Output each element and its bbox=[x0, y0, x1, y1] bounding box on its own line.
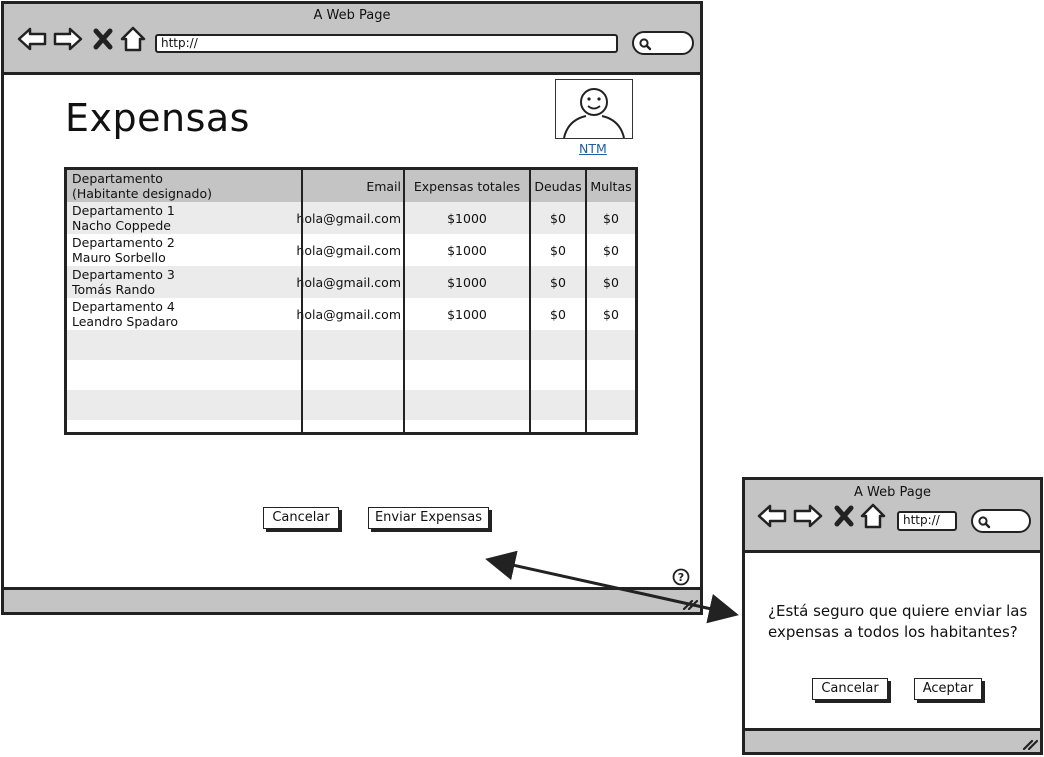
resize-grip-icon[interactable] bbox=[1020, 736, 1038, 750]
window-title: A Web Page bbox=[854, 485, 931, 500]
stop-icon[interactable] bbox=[833, 504, 855, 528]
accept-button[interactable]: Aceptar bbox=[914, 678, 982, 700]
search-field[interactable] bbox=[971, 509, 1031, 533]
dialog-cancel-button[interactable]: Cancelar bbox=[812, 678, 888, 700]
address-bar[interactable]: http:// bbox=[897, 511, 957, 531]
forward-icon[interactable] bbox=[793, 504, 823, 528]
confirm-message: ¿Está seguro que quiere enviar las expen… bbox=[768, 602, 1028, 641]
back-icon[interactable] bbox=[757, 504, 787, 528]
confirm-status-bar bbox=[745, 728, 1040, 752]
confirm-browser-window: A Web Page http:// ¿Está seguro que quie… bbox=[742, 477, 1043, 755]
home-icon[interactable] bbox=[859, 502, 887, 530]
confirm-browser-toolbar: A Web Page http:// bbox=[745, 480, 1040, 553]
search-icon bbox=[978, 516, 991, 529]
